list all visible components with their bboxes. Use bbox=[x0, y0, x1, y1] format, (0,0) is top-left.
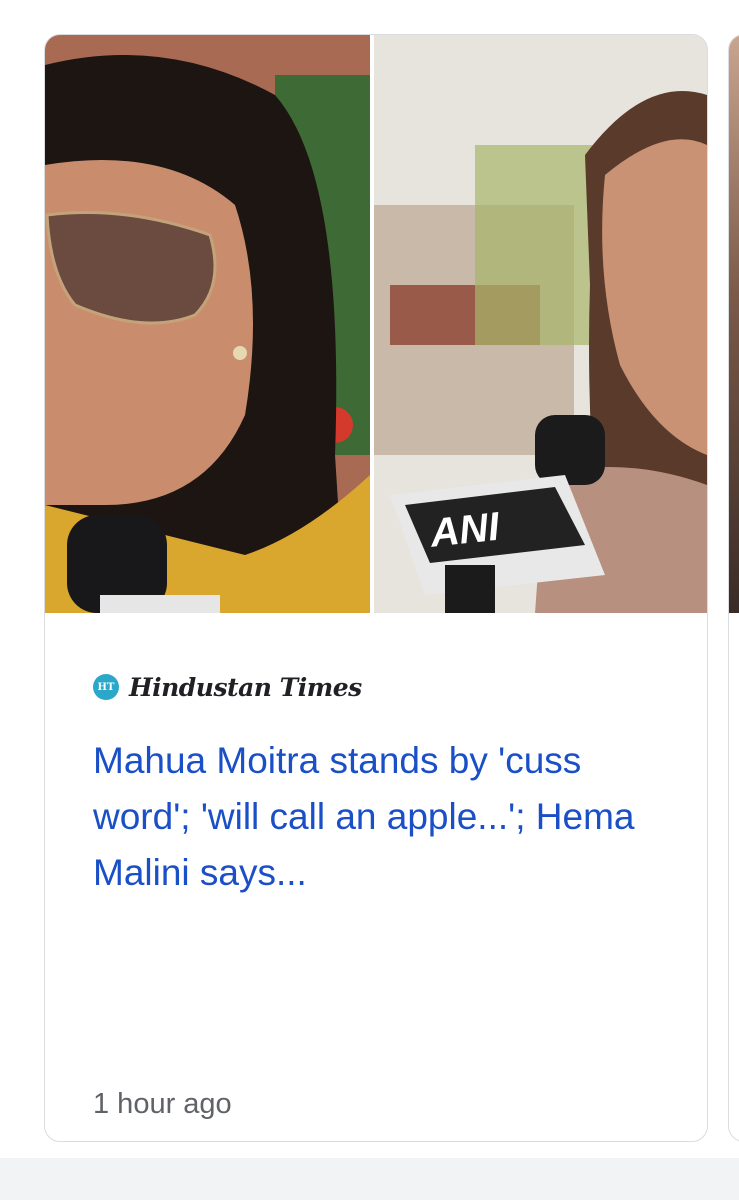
source-logo-icon: HT bbox=[93, 674, 119, 700]
news-source[interactable]: HT Hindustan Times bbox=[93, 669, 362, 705]
source-name: Hindustan Times bbox=[129, 672, 362, 702]
thumbnail-image: ANI bbox=[45, 35, 707, 613]
mic-label: ANI bbox=[427, 505, 502, 556]
news-card[interactable]: ANI HT Hindustan Times Mahua Moitra stan… bbox=[44, 34, 708, 1142]
news-headline-link[interactable]: Mahua Moitra stands by 'cuss word'; 'wil… bbox=[93, 733, 673, 901]
page-bottom-strip bbox=[0, 1158, 739, 1200]
next-news-thumbnail bbox=[729, 35, 739, 613]
next-news-card[interactable] bbox=[728, 34, 739, 1142]
news-thumbnail[interactable]: ANI bbox=[45, 35, 707, 613]
news-timestamp: 1 hour ago bbox=[93, 1088, 232, 1120]
